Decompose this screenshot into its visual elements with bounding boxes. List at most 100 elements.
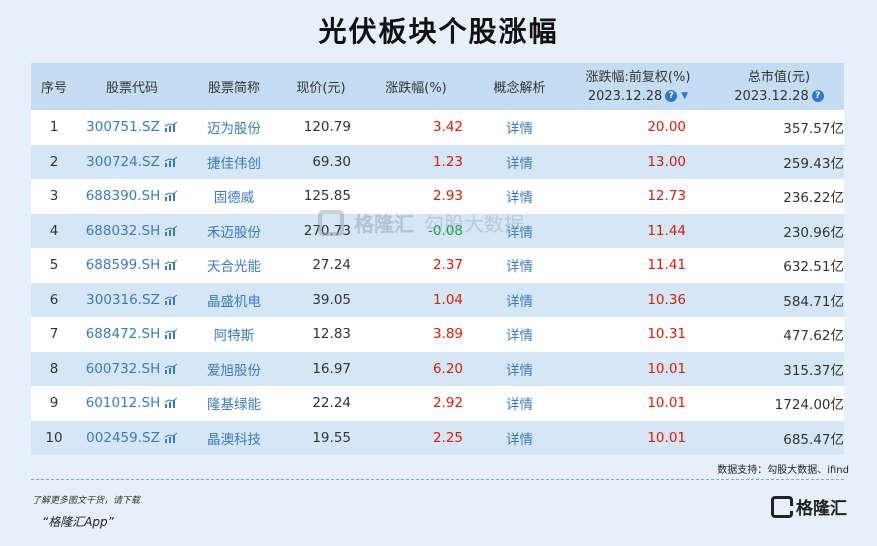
stock-name[interactable]: 阿特斯: [187, 324, 281, 344]
concept-link[interactable]: 详情: [471, 393, 568, 413]
change-pct: 6.20: [432, 360, 463, 377]
stock-code-text[interactable]: 300724.SZ: [86, 154, 160, 170]
range-pct: 20.00: [647, 119, 686, 136]
market-cap: 259.43亿: [783, 155, 844, 172]
header-cap-date: 2023.12.28: [734, 88, 809, 104]
range-pct: 10.31: [647, 326, 686, 343]
concept-link[interactable]: 详情: [471, 359, 568, 379]
page-title: 光伏板块个股涨幅: [318, 15, 559, 48]
stock-code[interactable]: 300751.SZ: [77, 119, 187, 135]
range-pct: 13.00: [647, 153, 686, 170]
change-pct: 1.04: [432, 291, 463, 308]
range-pct: 10.01: [647, 395, 686, 412]
row-no: 1: [49, 119, 59, 136]
stock-name[interactable]: 固德威: [187, 186, 281, 206]
stock-table: 序号 股票代码 股票简称 现价(元) 涨跌幅(%) 概念解析 涨跌幅:前复权(%…: [31, 63, 844, 455]
row-no: 5: [49, 257, 59, 274]
market-cap: 357.57亿: [783, 121, 844, 138]
stock-name[interactable]: 禾迈股份: [187, 221, 281, 241]
header-cap[interactable]: 总市值(元) 2023.12.28?: [708, 68, 850, 106]
header-name[interactable]: 股票简称: [187, 77, 281, 96]
sort-down-icon[interactable]: ▼: [681, 91, 688, 101]
help-icon[interactable]: ?: [811, 90, 824, 102]
row-no: 3: [49, 188, 59, 205]
price: 27.24: [312, 257, 351, 274]
range-pct: 11.41: [647, 257, 686, 274]
stock-code-text[interactable]: 688599.SH: [86, 257, 161, 273]
stock-code[interactable]: 688390.SH: [77, 188, 187, 204]
market-cap: 315.37亿: [783, 362, 844, 379]
concept-link[interactable]: 详情: [471, 255, 568, 275]
table-header: 序号 股票代码 股票简称 现价(元) 涨跌幅(%) 概念解析 涨跌幅:前复权(%…: [31, 63, 844, 110]
row-no: 7: [49, 326, 59, 343]
price: 125.85: [303, 188, 351, 205]
stock-code[interactable]: 002459.SZ: [77, 430, 187, 446]
stock-code-text[interactable]: 300751.SZ: [86, 119, 160, 135]
chart-icon[interactable]: [164, 397, 178, 409]
stock-name[interactable]: 捷佳伟创: [187, 152, 281, 172]
header-range-title: 涨跌幅:前复权(%): [585, 69, 691, 85]
stock-code-text[interactable]: 002459.SZ: [86, 430, 160, 446]
chart-icon[interactable]: [164, 225, 178, 237]
concept-link[interactable]: 详情: [471, 428, 568, 448]
stock-code[interactable]: 688599.SH: [77, 257, 187, 273]
change-pct: 3.89: [432, 326, 463, 343]
stock-code[interactable]: 600732.SH: [77, 361, 187, 377]
table-row: 5 688599.SH 天合光能 27.24 2.37 详情 11.41 632.51亿: [31, 248, 844, 283]
stock-code-text[interactable]: 601012.SH: [86, 395, 161, 411]
stock-code-text[interactable]: 300316.SZ: [86, 292, 160, 308]
table-row: 6 300316.SZ 晶盛机电 39.05 1.04 详情 10.36 584.71亿: [31, 282, 844, 317]
concept-link[interactable]: 详情: [471, 117, 568, 137]
concept-link[interactable]: 详情: [471, 152, 568, 172]
stock-code-text[interactable]: 600732.SH: [86, 361, 161, 377]
logo-text: 格隆汇: [796, 499, 847, 519]
table-row: 2 300724.SZ 捷佳伟创 69.30 1.23 详情 13.00 259.43亿: [31, 144, 844, 179]
chart-icon[interactable]: [164, 190, 178, 202]
concept-link[interactable]: 详情: [471, 324, 568, 344]
stock-name[interactable]: 天合光能: [187, 255, 281, 275]
row-no: 2: [49, 153, 59, 170]
chart-icon[interactable]: [164, 121, 178, 133]
concept-link[interactable]: 详情: [471, 186, 568, 206]
header-range[interactable]: 涨跌幅:前复权(%) 2023.12.28? ▼: [568, 68, 708, 106]
promo-app-name: “格隆汇App”: [42, 515, 114, 529]
help-icon[interactable]: ?: [665, 90, 678, 102]
header-code[interactable]: 股票代码: [77, 77, 187, 96]
stock-code[interactable]: 688472.SH: [77, 326, 187, 342]
table-row: 9 601012.SH 隆基绿能 22.24 2.92 详情 10.01 1724.00亿: [31, 386, 844, 421]
market-cap: 584.71亿: [783, 293, 844, 310]
chart-icon[interactable]: [164, 432, 178, 444]
price: 120.79: [303, 119, 351, 136]
stock-name[interactable]: 晶澳科技: [187, 428, 281, 448]
row-no: 8: [49, 360, 59, 377]
chart-icon[interactable]: [164, 294, 178, 306]
concept-link[interactable]: 详情: [471, 221, 568, 241]
chart-icon[interactable]: [164, 259, 178, 271]
stock-name[interactable]: 爱旭股份: [187, 359, 281, 379]
header-price[interactable]: 现价(元): [281, 77, 361, 96]
row-no: 6: [49, 291, 59, 308]
chart-icon[interactable]: [164, 363, 178, 375]
chart-icon[interactable]: [164, 328, 178, 340]
price: 22.24: [312, 395, 351, 412]
stock-name[interactable]: 迈为股份: [187, 117, 281, 137]
stock-code[interactable]: 300316.SZ: [77, 292, 187, 308]
stock-code-text[interactable]: 688032.SH: [86, 223, 161, 239]
stock-name[interactable]: 隆基绿能: [187, 393, 281, 413]
market-cap: 230.96亿: [783, 224, 844, 241]
range-pct: 11.44: [647, 222, 686, 239]
stock-code[interactable]: 688032.SH: [77, 223, 187, 239]
stock-code[interactable]: 601012.SH: [77, 395, 187, 411]
header-cap-date-line: 2023.12.28?: [708, 87, 850, 106]
header-change[interactable]: 涨跌幅(%): [361, 77, 471, 96]
range-pct: 10.36: [647, 291, 686, 308]
concept-link[interactable]: 详情: [471, 290, 568, 310]
stock-code-text[interactable]: 688390.SH: [86, 188, 161, 204]
row-no: 9: [49, 395, 59, 412]
stock-code-text[interactable]: 688472.SH: [86, 326, 161, 342]
table-row: 1 300751.SZ 迈为股份 120.79 3.42 详情 20.00 357.57亿: [31, 110, 844, 145]
stock-name[interactable]: 晶盛机电: [187, 290, 281, 310]
stock-code[interactable]: 300724.SZ: [77, 154, 187, 170]
chart-icon[interactable]: [164, 156, 178, 168]
price: 270.73: [303, 222, 351, 239]
